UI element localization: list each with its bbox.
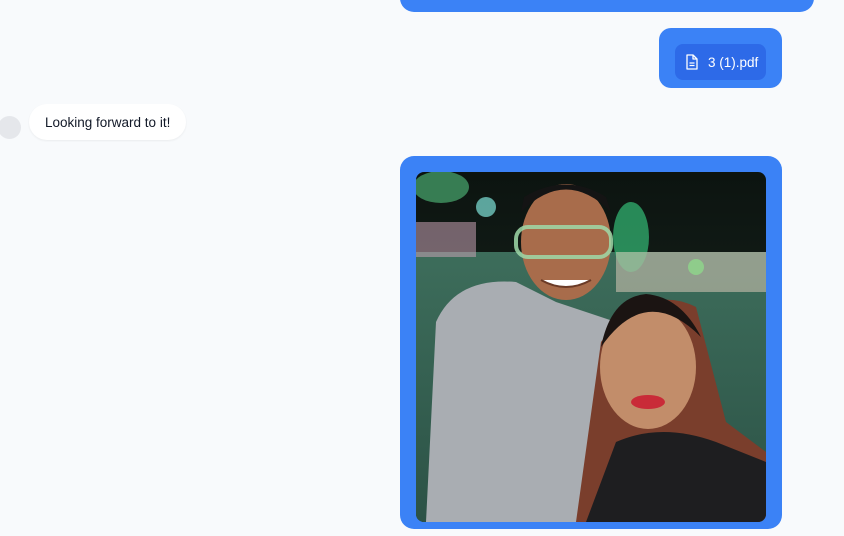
file-attachment-link[interactable]: 3 (1).pdf [675, 44, 766, 80]
outgoing-image-message [400, 156, 782, 529]
incoming-message-text: Looking forward to it! [45, 114, 171, 130]
incoming-message-bubble: Looking forward to it! [29, 104, 187, 140]
selfie-photo[interactable] [416, 172, 766, 522]
file-name: 3 (1).pdf [708, 54, 759, 70]
document-icon [686, 54, 698, 70]
previous-outgoing-message-bubble [400, 0, 814, 12]
avatar [0, 116, 21, 139]
outgoing-file-message: 3 (1).pdf [659, 28, 782, 88]
